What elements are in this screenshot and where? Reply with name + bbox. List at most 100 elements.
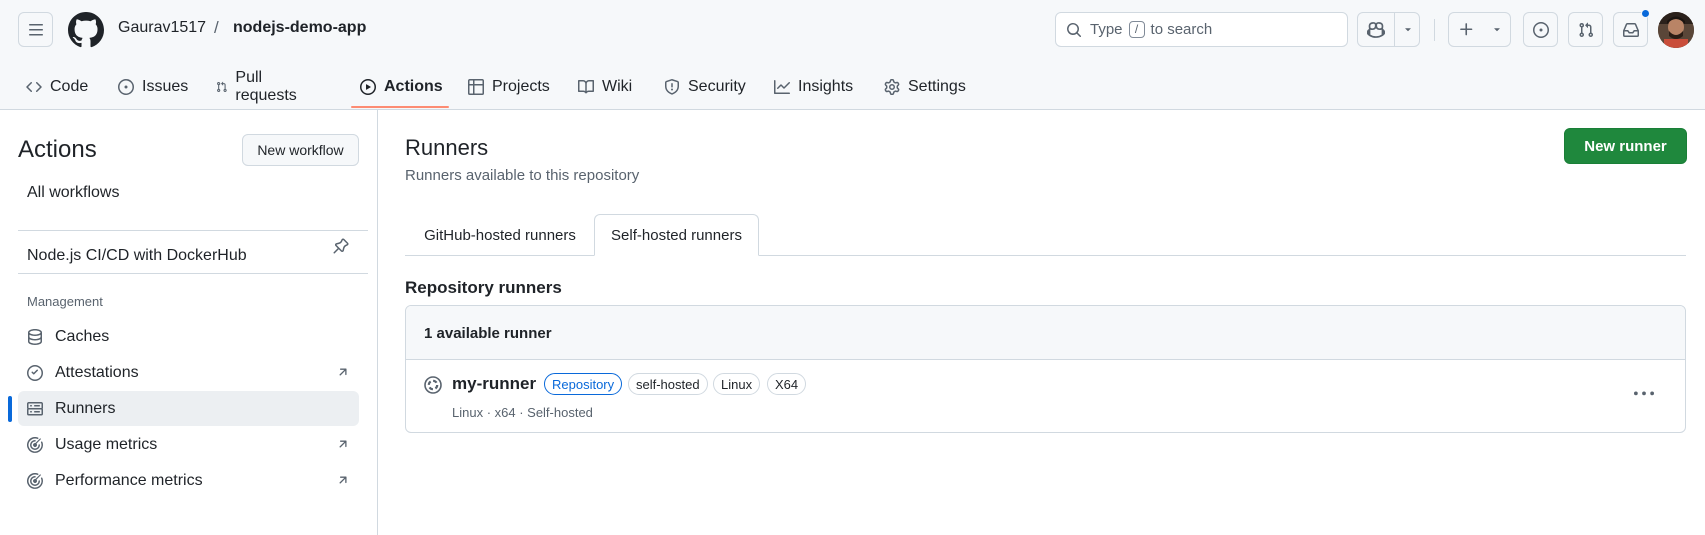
sidebar-item-label: Performance metrics — [55, 471, 203, 489]
table-icon — [468, 79, 484, 95]
search-shortcut-key: / — [1128, 21, 1145, 38]
chevron-down-icon — [1494, 28, 1500, 32]
graph-icon — [774, 80, 790, 94]
runner-meta: Linux · x64 · Self-hosted — [452, 405, 593, 420]
runner-label-self-hosted: self-hosted — [628, 373, 708, 395]
pin-icon[interactable] — [333, 238, 349, 254]
tab-wiki[interactable]: Wiki — [578, 72, 632, 102]
workflow-label: Node.js CI/CD with DockerHub — [27, 246, 247, 264]
search-input[interactable]: Type / to search — [1055, 12, 1348, 47]
sidebar-title: Actions — [18, 136, 97, 163]
actions-sidebar: Actions New workflow All workflows Node.… — [0, 110, 378, 535]
header-divider — [1434, 19, 1435, 41]
runners-list: 1 available runner my-runner Repository … — [405, 305, 1686, 433]
active-tab-underline — [351, 106, 449, 108]
tab-issues[interactable]: Issues — [118, 72, 188, 102]
tab-label: Pull requests — [235, 69, 297, 104]
global-header: Gaurav1517 / nodejs-demo-app Type / to s… — [0, 0, 1705, 110]
sidebar-item-label: Caches — [55, 327, 110, 345]
breadcrumb-owner[interactable]: Gaurav1517 — [118, 19, 206, 37]
issue-icon — [1532, 21, 1549, 38]
runner-name-link[interactable]: my-runner — [452, 374, 536, 394]
tab-label: Insights — [798, 78, 854, 95]
create-new-button[interactable] — [1448, 12, 1511, 47]
tab-label: Code — [50, 78, 89, 95]
meter-icon — [27, 436, 47, 453]
runner-label-x64: X64 — [767, 373, 807, 395]
tab-label: Issues — [142, 78, 189, 95]
search-icon — [1066, 22, 1082, 38]
runner-label-linux: Linux — [713, 373, 761, 395]
kebab-horizontal-icon — [1634, 391, 1654, 396]
tab-insights[interactable]: Insights — [774, 72, 853, 102]
breadcrumb-separator: / — [214, 18, 219, 37]
meter-icon — [27, 472, 47, 489]
sidebar-item-runners[interactable]: Runners — [18, 391, 359, 426]
runners-list-header: 1 available runner — [406, 306, 1685, 360]
chevron-down-icon[interactable] — [1402, 23, 1414, 35]
tab-security[interactable]: Security — [664, 72, 746, 102]
tab-label: Wiki — [602, 78, 633, 95]
issue-icon — [118, 79, 134, 95]
book-icon — [578, 79, 594, 94]
your-pull-requests-button[interactable] — [1568, 12, 1603, 47]
menu-button[interactable] — [18, 12, 53, 47]
tab-label: Security — [688, 78, 746, 95]
tab-label: Actions — [384, 78, 443, 95]
tab-code[interactable]: Code — [26, 72, 88, 102]
runner-count: 1 available runner — [424, 325, 552, 342]
pull-request-icon — [1578, 22, 1593, 37]
breadcrumb-repo[interactable]: nodejs-demo-app — [233, 19, 366, 37]
sidebar-divider — [18, 230, 368, 231]
copilot-icon[interactable] — [1367, 21, 1385, 39]
search-suffix: to search — [1150, 21, 1213, 38]
page-title: Runners — [405, 135, 489, 160]
inbox-icon — [1622, 22, 1639, 37]
active-item-indicator — [8, 396, 12, 422]
tab-actions[interactable]: Actions — [360, 72, 443, 102]
avatar[interactable] — [1658, 12, 1694, 48]
tab-projects[interactable]: Projects — [468, 72, 550, 102]
workflow-item[interactable]: Node.js CI/CD with DockerHub — [27, 238, 247, 273]
github-logo-icon[interactable] — [68, 12, 104, 48]
plus-icon — [1460, 23, 1473, 36]
shield-icon — [665, 79, 679, 95]
top-bar: Gaurav1517 / nodejs-demo-app Type / to s… — [0, 0, 1705, 60]
all-workflows-link[interactable]: All workflows — [27, 184, 119, 202]
tab-github-hosted-runners[interactable]: GitHub-hosted runners — [405, 214, 595, 256]
tab-label: GitHub-hosted runners — [424, 226, 576, 244]
new-runner-button[interactable]: New runner — [1564, 128, 1687, 164]
tab-label: Self-hosted runners — [611, 226, 742, 244]
code-icon — [26, 81, 42, 93]
external-link-icon — [339, 476, 347, 484]
copilot-divider — [1394, 13, 1395, 46]
section-heading: Repository runners — [405, 278, 562, 297]
verified-icon — [27, 364, 47, 381]
your-issues-button[interactable] — [1523, 12, 1558, 47]
notification-indicator — [1641, 9, 1650, 18]
sidebar-item-caches[interactable]: Caches — [18, 319, 359, 354]
pull-request-icon — [217, 81, 227, 92]
runner-status-icon — [424, 376, 442, 394]
tab-label: Settings — [908, 78, 966, 95]
more-options-button[interactable] — [1634, 384, 1654, 404]
sidebar-item-label: Usage metrics — [55, 435, 158, 453]
runner-label-repository: Repository — [544, 373, 623, 395]
tab-pull-requests[interactable]: Pull requests — [216, 69, 301, 104]
gear-icon — [884, 79, 900, 95]
sidebar-item-usage-metrics[interactable]: Usage metrics — [18, 427, 359, 462]
external-link-icon — [339, 368, 347, 376]
server-icon — [27, 401, 47, 417]
sidebar-item-performance-metrics[interactable]: Performance metrics — [18, 463, 359, 498]
tab-self-hosted-runners[interactable]: Self-hosted runners — [594, 214, 759, 256]
search-prefix: Type — [1090, 21, 1123, 38]
tab-settings[interactable]: Settings — [884, 72, 966, 102]
copilot-button-group[interactable] — [1357, 12, 1420, 47]
tab-label: Projects — [492, 78, 550, 95]
hamburger-icon — [28, 23, 43, 35]
sidebar-item-label: Runners — [55, 399, 116, 417]
new-workflow-button[interactable]: New workflow — [242, 134, 359, 166]
sidebar-item-attestations[interactable]: Attestations — [18, 355, 359, 390]
database-icon — [27, 328, 47, 345]
sidebar-item-label: Attestations — [55, 363, 139, 381]
